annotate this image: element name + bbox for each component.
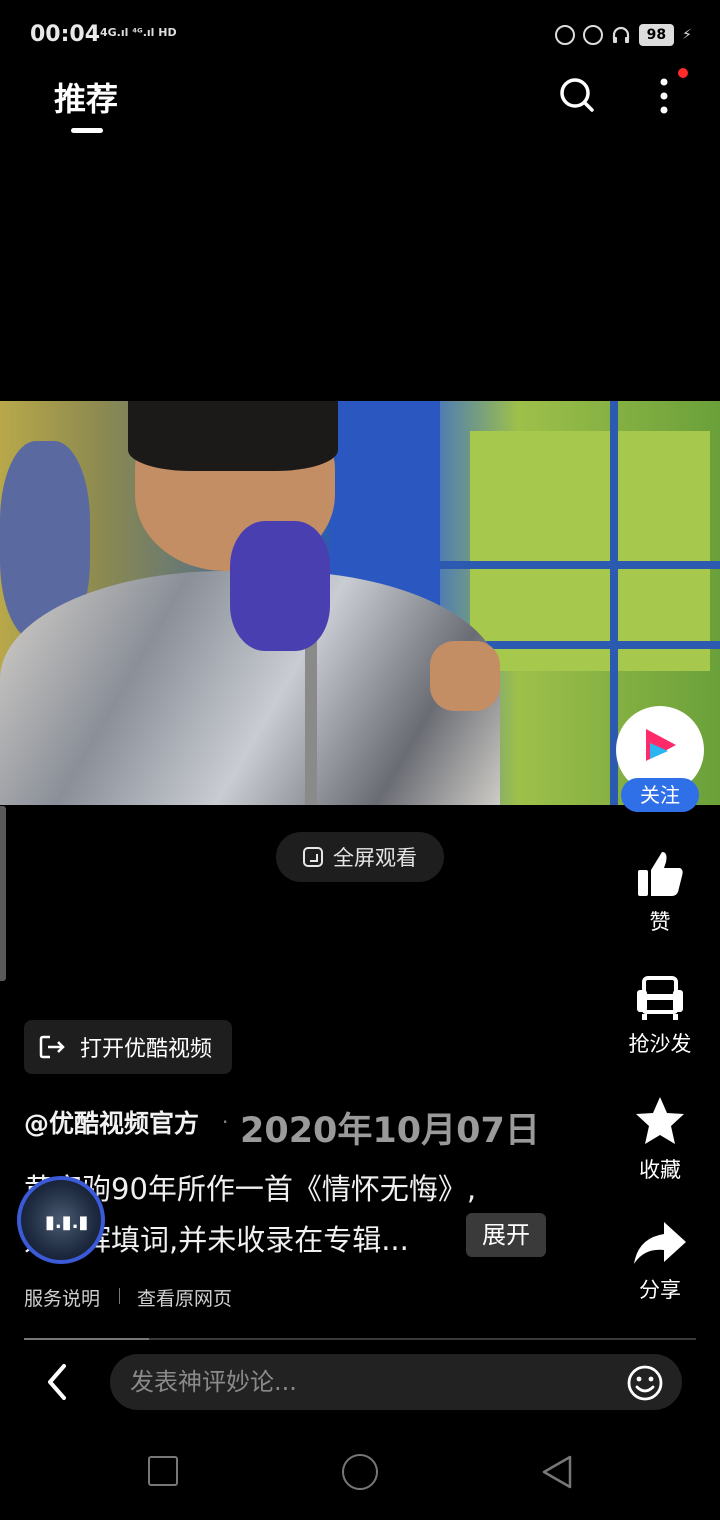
search-icon[interactable] (558, 76, 596, 114)
tab-recommend[interactable]: 推荐 (54, 74, 118, 120)
battery-level: 98 (638, 24, 675, 46)
notification-dot (678, 68, 688, 78)
video-bg-panel (470, 431, 710, 671)
open-app-button[interactable]: 打开优酷视频 (24, 1020, 232, 1074)
back-arrow-icon[interactable] (40, 1362, 74, 1402)
comment-input[interactable]: 发表神评妙论... (110, 1354, 682, 1410)
follow-button[interactable]: 关注 (621, 778, 699, 812)
emoji-icon[interactable] (626, 1364, 664, 1402)
video-fist (430, 641, 500, 711)
author-date-separator: · (222, 1110, 229, 1134)
fullscreen-label: 全屏观看 (333, 846, 417, 870)
home-button[interactable] (342, 1454, 378, 1490)
recent-apps-button[interactable] (148, 1456, 178, 1486)
video-singer-hair (128, 401, 338, 471)
sofa-icon (637, 976, 683, 1020)
expand-button[interactable]: 展开 (466, 1213, 546, 1257)
open-app-label: 打开优酷视频 (80, 1037, 213, 1062)
star-icon (636, 1097, 684, 1144)
exit-arrow-icon (39, 1035, 65, 1059)
author-name[interactable]: @优酷视频官方 (24, 1104, 199, 1140)
service-info-link[interactable]: 服务说明 (24, 1284, 100, 1311)
video-bg-bar (440, 561, 720, 569)
share-arrow-icon (634, 1222, 686, 1264)
headphones-icon (612, 26, 629, 43)
video-glove (230, 521, 330, 651)
status-time: 00:04 (30, 22, 101, 47)
progress-played (24, 1338, 149, 1340)
side-drag-handle[interactable] (0, 806, 6, 981)
like-button[interactable]: 赞 (615, 848, 705, 936)
post-date: 2020年10月07日 (240, 1111, 540, 1151)
thumbs-up-icon (638, 852, 683, 896)
alarm-icon (582, 25, 603, 45)
video-player[interactable] (0, 401, 720, 805)
sofa-label: 抢沙发 (628, 1032, 692, 1056)
status-icons: 98 ⚡ (554, 24, 692, 46)
youku-logo-icon (646, 729, 676, 761)
fullscreen-icon (303, 847, 323, 867)
fullscreen-button[interactable]: 全屏观看 (276, 832, 444, 882)
collect-button[interactable]: 收藏 (615, 1094, 705, 1184)
charging-icon: ⚡ (682, 27, 692, 43)
more-vertical-icon[interactable] (648, 72, 680, 120)
link-separator (119, 1288, 120, 1304)
collect-label: 收藏 (639, 1158, 681, 1182)
share-label: 分享 (639, 1278, 681, 1302)
sofa-button[interactable]: 抢沙发 (615, 974, 705, 1058)
like-label: 赞 (649, 910, 671, 934)
signal-indicator: 4G.ıl ⁴ᴳ.ıl HD (100, 26, 177, 39)
view-original-link[interactable]: 查看原网页 (137, 1284, 232, 1311)
share-button[interactable]: 分享 (615, 1220, 705, 1304)
tab-active-indicator (71, 128, 103, 133)
music-playing-icon: ▮.▮.▮ (45, 1212, 89, 1233)
system-back-icon[interactable] (540, 1454, 574, 1490)
lock-rotation-icon (554, 25, 575, 45)
